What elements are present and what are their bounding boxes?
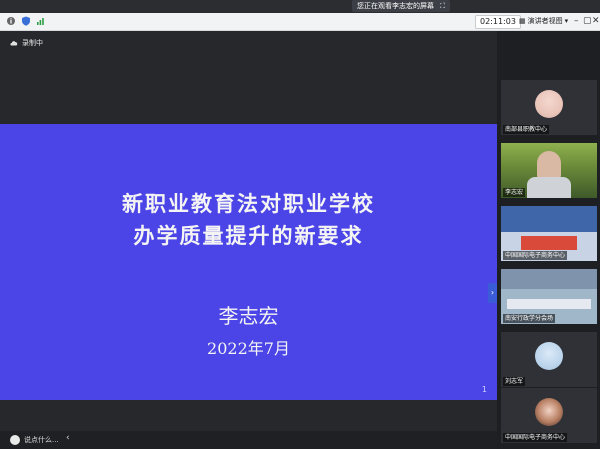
chevron-left-icon[interactable]: ‹ xyxy=(66,433,70,443)
room-wall xyxy=(501,269,597,289)
participant-name: 南安行政学分会场 xyxy=(503,314,556,323)
shield-icon[interactable] xyxy=(21,16,31,26)
grid-icon: ▦ xyxy=(519,17,526,25)
stage-banner xyxy=(501,206,597,232)
info-icon[interactable] xyxy=(6,16,16,26)
participant-name: 南部县职教中心 xyxy=(503,125,550,134)
expand-icon[interactable]: ⛶ xyxy=(440,0,445,12)
avatar xyxy=(535,342,563,370)
participant-name: 刘志军 xyxy=(503,377,526,386)
participant-name: 中国国际电子商务中心 xyxy=(503,433,568,442)
signal-icon[interactable] xyxy=(36,16,46,26)
avatar xyxy=(535,90,563,118)
close-icon[interactable]: ✕ xyxy=(592,16,600,26)
slide-title-line1: 新职业教育法对职业学校 xyxy=(122,191,375,216)
avatar-icon xyxy=(10,435,20,445)
participant-sidebar: 南部县职教中心 李志宏 中国国际电子商务中心 南安行政学分会场 刘志军 中国国际… xyxy=(497,31,600,449)
person-shirt xyxy=(527,177,571,198)
participant-name: 中国国际电子商务中心 xyxy=(503,251,568,260)
recording-label: 录制中 xyxy=(22,39,43,47)
participant-tile[interactable]: 中国国际电子商务中心 xyxy=(501,388,597,443)
meeting-timer: 02:11:03 xyxy=(475,15,521,29)
screen-share-tooltip: 您正在观看李志宏的屏幕 ⛶ xyxy=(352,0,450,12)
bottom-bar: 说点什么... ‹ xyxy=(0,431,497,449)
slide-title-line2: 办学质量提升的新要求 xyxy=(133,223,364,248)
chat-placeholder: 说点什么... xyxy=(24,436,59,444)
participant-tile[interactable]: 李志宏 xyxy=(501,143,597,198)
minimize-icon[interactable]: – xyxy=(574,16,579,26)
screen-share-text: 您正在观看李志宏的屏幕 xyxy=(357,2,434,10)
participant-tile[interactable]: 南部县职教中心 xyxy=(501,80,597,135)
collapse-sidebar-button[interactable]: › xyxy=(488,283,497,303)
avatar xyxy=(535,398,563,426)
participant-tile[interactable]: 中国国际电子商务中心 xyxy=(501,206,597,261)
participant-name: 李志宏 xyxy=(503,188,526,197)
top-toolbar: 02:11:03 ▦ 演讲者视图 ▾ – ▢ ✕ xyxy=(0,13,600,31)
status-icons xyxy=(6,16,46,26)
participant-tile[interactable]: 南安行政学分会场 xyxy=(501,269,597,324)
recording-indicator: 录制中 xyxy=(10,38,43,48)
view-mode-label: 演讲者视图 xyxy=(527,17,563,25)
slide-date: 2022年7月 xyxy=(207,339,290,358)
slide-page-number: 1 xyxy=(481,385,487,394)
slide-author: 李志宏 xyxy=(218,304,279,328)
meeting-table xyxy=(507,299,591,309)
presentation-slide: 新职业教育法对职业学校 办学质量提升的新要求 李志宏 2022年7月 1 xyxy=(0,124,497,400)
stage-table xyxy=(521,236,577,250)
participant-tile[interactable]: 刘志军 xyxy=(501,332,597,387)
chevron-down-icon: ▾ xyxy=(564,17,569,25)
view-mode-button[interactable]: ▦ 演讲者视图 ▾ xyxy=(516,15,571,27)
cloud-icon xyxy=(10,40,18,46)
maximize-icon[interactable]: ▢ xyxy=(583,16,592,26)
chat-input[interactable]: 说点什么... xyxy=(6,433,63,447)
shared-screen-area: 录制中 新职业教育法对职业学校 办学质量提升的新要求 李志宏 2022年7月 1… xyxy=(0,31,497,431)
